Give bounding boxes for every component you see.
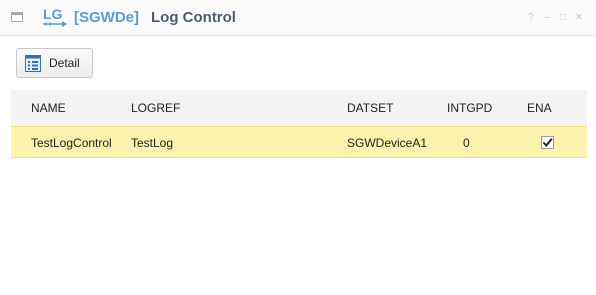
detail-icon bbox=[25, 55, 41, 72]
window-tag: [SGWDe] bbox=[74, 9, 139, 26]
table-row[interactable]: TestLogControl TestLog SGWDeviceA1 0 bbox=[11, 126, 587, 158]
cell-intgpd: 0 bbox=[463, 136, 470, 150]
minimize-icon[interactable]: – bbox=[541, 12, 553, 24]
column-header-ena[interactable]: ENA bbox=[527, 101, 552, 115]
detail-button[interactable]: Detail bbox=[16, 48, 93, 78]
log-control-table: NAME LOGREF DATSET INTGPD ENA TestLogCon… bbox=[11, 90, 587, 158]
logo-text: LG bbox=[43, 6, 63, 22]
column-header-intgpd[interactable]: INTGPD bbox=[447, 101, 492, 115]
help-icon[interactable]: ? bbox=[525, 12, 537, 24]
window-icon bbox=[11, 12, 23, 22]
checkmark-icon bbox=[542, 138, 553, 148]
ena-checkbox[interactable] bbox=[541, 136, 554, 149]
cell-logref: TestLog bbox=[131, 136, 174, 150]
window-title: Log Control bbox=[151, 9, 236, 26]
cell-datset: SGWDeviceA1 bbox=[347, 136, 428, 150]
column-header-name[interactable]: NAME bbox=[31, 101, 66, 115]
title-bar: LG [SGWDe] Log Control ? – □ ✕ bbox=[0, 0, 596, 36]
logo-icon: LG bbox=[43, 6, 67, 27]
column-header-logref[interactable]: LOGREF bbox=[131, 101, 180, 115]
maximize-icon[interactable]: □ bbox=[557, 12, 569, 24]
table-header: NAME LOGREF DATSET INTGPD ENA bbox=[11, 90, 587, 126]
column-header-datset[interactable]: DATSET bbox=[347, 101, 393, 115]
cell-name: TestLogControl bbox=[31, 136, 112, 150]
close-icon[interactable]: ✕ bbox=[573, 12, 585, 24]
detail-button-label: Detail bbox=[49, 56, 80, 70]
